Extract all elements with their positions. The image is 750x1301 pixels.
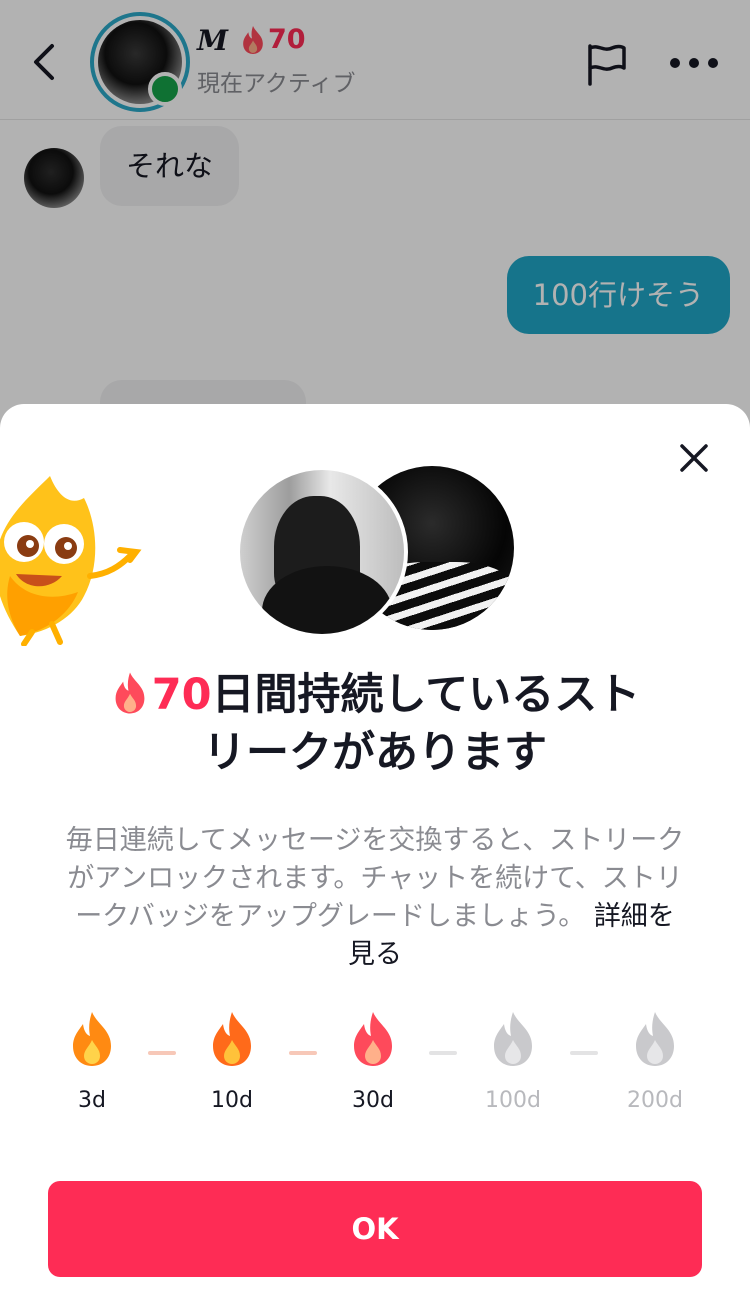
milestone-3d: 3d xyxy=(42,1010,142,1113)
milestone-connector xyxy=(429,1051,457,1055)
fire-icon xyxy=(636,1012,674,1066)
milestone-30d: 30d xyxy=(323,1010,423,1113)
ok-button[interactable]: OK xyxy=(48,1181,702,1277)
description-text: 毎日連続してメッセージを交換すると、ストリークがアンロックされます。チャットを続… xyxy=(65,825,685,932)
fire-icon xyxy=(213,1012,251,1066)
streak-count: 70 xyxy=(151,670,212,720)
milestone-10d: 10d xyxy=(182,1010,282,1113)
streak-participants xyxy=(236,466,516,638)
streak-milestones: 3d 10d 30d 100d 200d xyxy=(0,1010,750,1120)
milestone-connector xyxy=(289,1051,317,1055)
milestone-connector xyxy=(148,1051,176,1055)
title-line1: 日間持続しているスト xyxy=(211,670,641,720)
close-icon[interactable] xyxy=(676,440,712,476)
milestone-100d: 100d xyxy=(463,1010,563,1113)
streak-title: 70日間持続しているストリークがあります xyxy=(60,666,690,782)
avatar-contact xyxy=(236,466,408,638)
milestone-200d: 200d xyxy=(605,1010,705,1113)
title-line2: リークがあります xyxy=(203,728,547,778)
fire-icon xyxy=(115,672,145,714)
milestone-label: 3d xyxy=(78,1088,106,1113)
fire-icon xyxy=(354,1012,392,1066)
streak-sheet: 70日間持続しているストリークがあります 毎日連続してメッセージを交換すると、ス… xyxy=(0,404,750,1301)
milestone-connector xyxy=(570,1051,598,1055)
flame-mascot-icon xyxy=(0,476,142,646)
fire-icon xyxy=(73,1012,111,1066)
milestone-label: 30d xyxy=(352,1088,394,1113)
streak-description: 毎日連続してメッセージを交換すると、ストリークがアンロックされます。チャットを続… xyxy=(62,822,688,974)
milestone-label: 200d xyxy=(627,1088,683,1113)
milestone-label: 10d xyxy=(211,1088,253,1113)
milestone-label: 100d xyxy=(485,1088,541,1113)
fire-icon xyxy=(494,1012,532,1066)
